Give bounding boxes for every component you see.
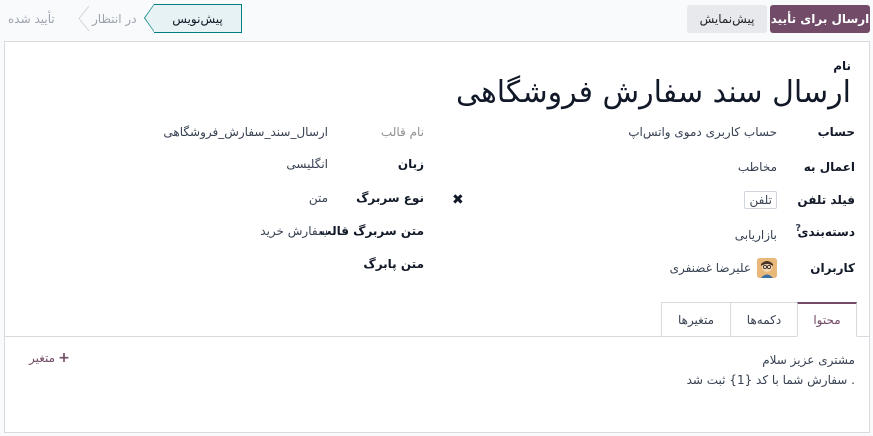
category-field[interactable]: بازاریابی: [735, 228, 777, 242]
tab-buttons[interactable]: دکمه‌ها: [730, 302, 798, 337]
stage-draft[interactable]: پیش‌نویس: [144, 4, 242, 33]
phone-field-tag[interactable]: تلفن: [744, 191, 777, 209]
users-label: کاربران: [810, 261, 855, 275]
body-line-1[interactable]: مشتری عزیز سلام: [762, 353, 855, 367]
apply-to-label: اعمال به: [803, 160, 855, 174]
language-field[interactable]: انگلیسی: [286, 157, 328, 171]
user-avatar-icon: [757, 258, 777, 278]
send-for-approval-button[interactable]: ارسال برای تأیید: [770, 5, 870, 33]
header-text-field[interactable]: سفارش خرید: [260, 224, 328, 238]
template-name-field[interactable]: ارسال_سند_سفارش_فروشگاهی: [163, 125, 328, 139]
language-label: زبان: [397, 157, 424, 171]
form-sheet: نام ارسال سند سفارش فروشگاهی حساب حساب ک…: [4, 41, 870, 433]
category-label: دسته‌بندی: [797, 225, 855, 239]
stage-separator: [78, 6, 90, 31]
footer-text-label: متن پابرگ: [363, 257, 424, 271]
stage-approved[interactable]: تأیید شده: [8, 4, 55, 33]
users-field[interactable]: علیرضا غضنفری: [670, 261, 751, 275]
name-label: نام: [833, 59, 851, 73]
status-bar: تأیید شده در انتظار پیش‌نویس: [4, 4, 242, 33]
tab-content[interactable]: محتوا: [797, 302, 857, 337]
account-label: حساب: [817, 125, 855, 139]
add-variable-button[interactable]: متغیر +: [29, 350, 70, 366]
account-field[interactable]: حساب کاربری دموی واتس‌اپ: [628, 125, 777, 139]
category-help-icon[interactable]: ?: [795, 223, 801, 234]
template-name-label: نام قالب: [380, 125, 424, 139]
add-variable-label: متغیر: [29, 351, 56, 365]
apply-to-field[interactable]: مخاطب: [738, 160, 777, 174]
plus-icon: +: [58, 350, 70, 366]
close-icon[interactable]: ✖: [452, 192, 464, 208]
tab-variables[interactable]: متغیرها: [661, 302, 731, 337]
phone-field-label: فیلد تلفن: [797, 193, 855, 207]
body-line-2[interactable]: سفارش شما با کد {1} ثبت شد .: [687, 373, 855, 387]
header-type-label: نوع سربرگ: [356, 191, 424, 205]
preview-button[interactable]: پیش‌نمایش: [687, 5, 767, 33]
header-text-label: متن سربرگ قالب: [319, 224, 424, 238]
header-type-field[interactable]: متن: [309, 191, 328, 205]
name-field[interactable]: ارسال سند سفارش فروشگاهی: [456, 75, 851, 110]
stage-pending[interactable]: در انتظار: [92, 4, 137, 33]
